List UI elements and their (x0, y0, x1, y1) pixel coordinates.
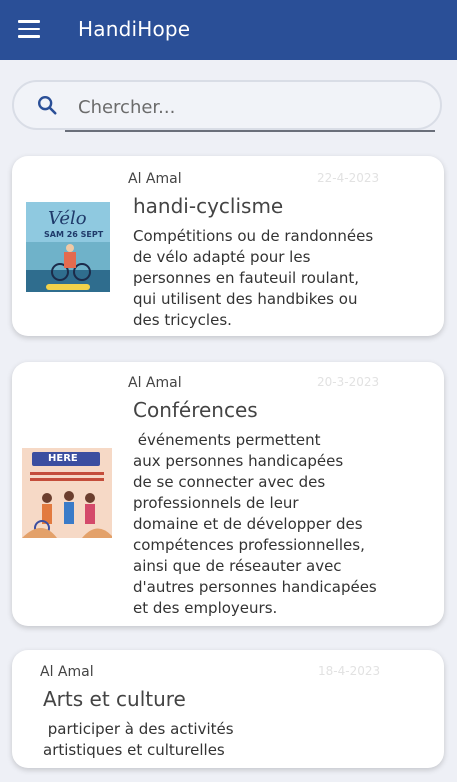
event-image: HERE (22, 448, 112, 538)
event-author: Al Amal (40, 664, 94, 680)
event-description: événements permettent aux personnes hand… (133, 431, 377, 617)
event-title: Conférences (133, 398, 258, 422)
event-image-caption: HERE (48, 453, 78, 464)
event-image-caption: Vélo (48, 208, 87, 229)
event-card[interactable]: Al Amal 18-4-2023 Arts et culture partic… (12, 650, 444, 768)
event-title: Arts et culture (43, 687, 186, 711)
event-author: Al Amal (128, 375, 182, 391)
event-description: participer à des activités artistiques e… (43, 720, 234, 759)
event-date: 18-4-2023 (318, 664, 381, 678)
event-date: 22-4-2023 (317, 171, 380, 185)
event-image-subcaption: SAM 26 SEPT (44, 230, 104, 239)
event-card[interactable]: HERE Al Amal 20-3-2023 Conférences événe… (12, 362, 444, 626)
event-card[interactable]: Vélo SAM 26 SEPT Al Amal 22-4-2023 handi… (12, 156, 444, 336)
event-author: Al Amal (128, 171, 182, 187)
event-title: handi-cyclisme (133, 194, 284, 218)
event-date: 20-3-2023 (317, 375, 380, 389)
app-bar: HandiHope (0, 0, 457, 60)
search-icon (38, 96, 57, 115)
menu-icon[interactable] (18, 20, 40, 38)
app-title: HandiHope (78, 17, 191, 41)
event-image: Vélo SAM 26 SEPT (26, 202, 110, 292)
search-input[interactable] (76, 92, 380, 122)
search-underline (65, 130, 435, 132)
search-bar[interactable] (12, 80, 442, 130)
event-description: Compétitions ou de randonnées de vélo ad… (133, 227, 374, 329)
